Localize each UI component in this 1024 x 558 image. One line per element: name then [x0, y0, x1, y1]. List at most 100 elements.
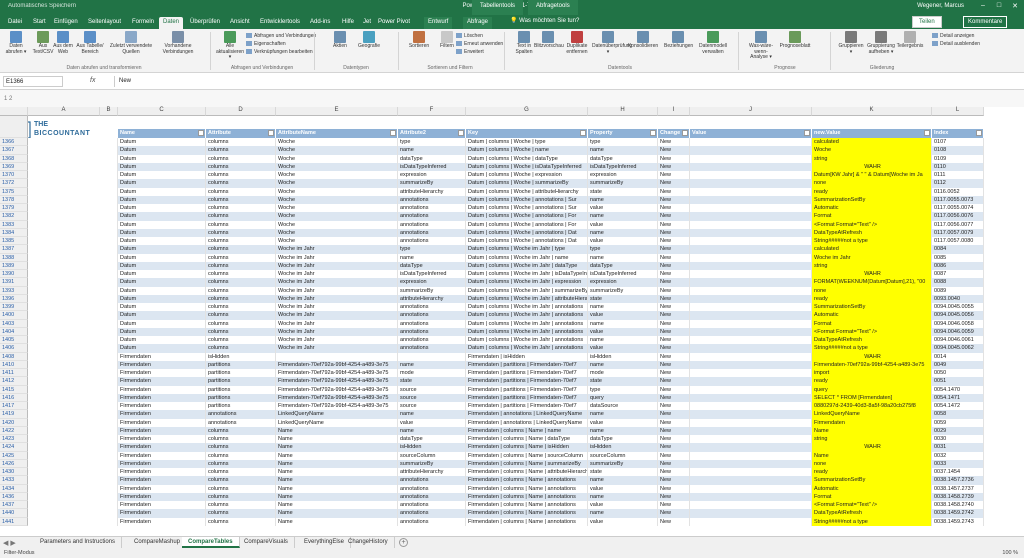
tab-einfügen[interactable]: Einfügen	[50, 17, 82, 29]
table-cell[interactable]: Name	[276, 451, 398, 460]
row-header[interactable]: 1372	[0, 179, 28, 188]
table-cell[interactable]: name	[588, 509, 658, 518]
table-cell[interactable]: Datum	[118, 171, 206, 180]
row-header[interactable]: 1378	[0, 195, 28, 204]
table-cell[interactable]: 0117.0056.0077	[932, 220, 984, 229]
table-cell[interactable]	[690, 410, 812, 419]
table-cell[interactable]: Woche im Jahr	[276, 286, 398, 295]
table-cell[interactable]: Datum	[118, 237, 206, 246]
table-cell[interactable]: 0110	[932, 162, 984, 171]
table-cell[interactable]: WAHR	[812, 443, 932, 452]
table-header-value[interactable]: Value	[690, 129, 812, 138]
table-cell[interactable]: LinkedQueryName	[276, 418, 398, 427]
table-cell[interactable]: New	[658, 286, 690, 295]
table-cell[interactable]: annotations	[398, 492, 466, 501]
row-header[interactable]: 1399	[0, 303, 28, 312]
table-cell[interactable]: summarizeBy	[398, 179, 466, 188]
table-cell[interactable]	[690, 294, 812, 303]
table-cell[interactable]: Datum	[118, 220, 206, 229]
table-cell[interactable]	[690, 327, 812, 336]
table-cell[interactable]: Name	[276, 468, 398, 477]
table-cell[interactable]: columns	[206, 237, 276, 246]
table-header-index[interactable]: Index	[932, 129, 984, 138]
table-cell[interactable]: New	[658, 360, 690, 369]
table-cell[interactable]: DataTypeAtRefresh	[812, 228, 932, 237]
table-cell[interactable]: Datum | columns | Woche im Jahr | summar…	[466, 286, 588, 295]
cell-a[interactable]	[28, 451, 118, 460]
table-cell[interactable]: Datum	[118, 311, 206, 320]
column-header-i[interactable]: I	[658, 107, 690, 116]
ribbon-button-datenmodell-verwalten[interactable]: Datenmodell verwalten	[694, 31, 732, 55]
zoom-level[interactable]: 100 %	[1002, 550, 1018, 556]
ribbon-button-blitzvorschau[interactable]: Blitzvorschau	[534, 31, 564, 50]
table-cell[interactable]: New	[658, 154, 690, 163]
filter-dropdown-icon[interactable]	[804, 130, 810, 136]
table-cell[interactable]: columns	[206, 253, 276, 262]
column-header-c[interactable]: C	[118, 107, 206, 116]
table-cell[interactable]: Datum[KW Jahr] & " " & Datum[Woche im Ja	[812, 171, 932, 180]
table-cell[interactable]: New	[658, 451, 690, 460]
table-cell[interactable]: Woche im Jahr	[276, 294, 398, 303]
table-cell[interactable]: sourceColumn	[398, 451, 466, 460]
table-cell[interactable]: Datum | columns | Woche im Jahr | annota…	[466, 311, 588, 320]
row-header[interactable]: 1425	[0, 451, 28, 460]
cell-a[interactable]	[28, 228, 118, 237]
table-cell[interactable]: 0108	[932, 146, 984, 155]
table-cell[interactable]: Datum | columns | Woche im Jahr | dataTy…	[466, 261, 588, 270]
ribbon-clear[interactable]: Löschen	[456, 33, 483, 39]
table-cell[interactable]: Name	[812, 451, 932, 460]
row-header[interactable]: 1422	[0, 426, 28, 435]
row-header[interactable]: 1434	[0, 484, 28, 493]
table-cell[interactable]: Datum | columns | Woche im Jahr | attrib…	[466, 294, 588, 303]
ribbon-button-gruppierung-aufheben[interactable]: Gruppierung aufheben ▾	[866, 31, 896, 55]
table-cell[interactable]: isHidden	[398, 443, 466, 452]
table-cell[interactable]: Woche	[276, 138, 398, 147]
table-cell[interactable]: Firmendaten-70ef792a-99bf-4254-a489-3e75	[276, 402, 398, 411]
table-cell[interactable]: value	[588, 204, 658, 213]
table-cell[interactable]: Datum	[118, 303, 206, 312]
table-cell[interactable]: Firmendaten | partitions | Firmendaten-7…	[466, 360, 588, 369]
table-cell[interactable]: value	[588, 517, 658, 526]
table-cell[interactable]: New	[658, 138, 690, 147]
table-cell[interactable]: WAHR	[812, 352, 932, 361]
table-cell[interactable]: 0085	[932, 253, 984, 262]
table-cell[interactable]: New	[658, 228, 690, 237]
tab-seitenlayout[interactable]: Seitenlayout	[84, 17, 125, 29]
table-cell[interactable]: columns	[206, 171, 276, 180]
table-cell[interactable]: name	[588, 146, 658, 155]
cell-a[interactable]	[28, 162, 118, 171]
table-cell[interactable]: Firmendaten	[118, 492, 206, 501]
cell-a[interactable]	[28, 426, 118, 435]
table-cell[interactable]: Woche im Jahr	[276, 245, 398, 254]
table-cell[interactable]	[690, 162, 812, 171]
table-cell[interactable]: 0029	[932, 426, 984, 435]
row-header[interactable]: 1411	[0, 369, 28, 378]
minimize-icon[interactable]: –	[978, 2, 988, 12]
table-cell[interactable]: 0094.0045.0055	[932, 303, 984, 312]
table-cell[interactable]: type	[398, 245, 466, 254]
table-cell[interactable]: Datum | columns | Woche | dataType	[466, 154, 588, 163]
table-cell[interactable]: Woche	[276, 179, 398, 188]
ribbon-links[interactable]: Verknüpfungen bearbeiten	[246, 49, 313, 55]
function-icon[interactable]: fx	[90, 77, 95, 84]
table-cell[interactable]: New	[658, 162, 690, 171]
table-cell[interactable]: Datum | columns | Woche | attributeHiera…	[466, 187, 588, 196]
table-cell[interactable]: value	[588, 237, 658, 246]
table-cell[interactable]: Datum	[118, 179, 206, 188]
table-cell[interactable]: columns	[206, 261, 276, 270]
table-cell[interactable]	[690, 286, 812, 295]
table-cell[interactable]: New	[658, 476, 690, 485]
table-cell[interactable]: Firmendaten-70ef792a-99bf-4254-a489-3e75	[276, 377, 398, 386]
table-cell[interactable]: Datum	[118, 187, 206, 196]
table-cell[interactable]: annotations	[398, 204, 466, 213]
row-header[interactable]: 1403	[0, 319, 28, 328]
table-cell[interactable]: expression	[588, 278, 658, 287]
table-cell[interactable]: isHidden	[588, 443, 658, 452]
cell-a[interactable]	[28, 418, 118, 427]
table-cell[interactable]: Datum | columns | Woche | annotations | …	[466, 220, 588, 229]
table-cell[interactable]	[276, 352, 398, 361]
filter-dropdown-icon[interactable]	[268, 130, 274, 136]
cell-a[interactable]	[28, 138, 118, 147]
table-cell[interactable]: Woche im Jahr	[276, 319, 398, 328]
table-cell[interactable]: SELECT * FROM [Firmendaten]	[812, 393, 932, 402]
